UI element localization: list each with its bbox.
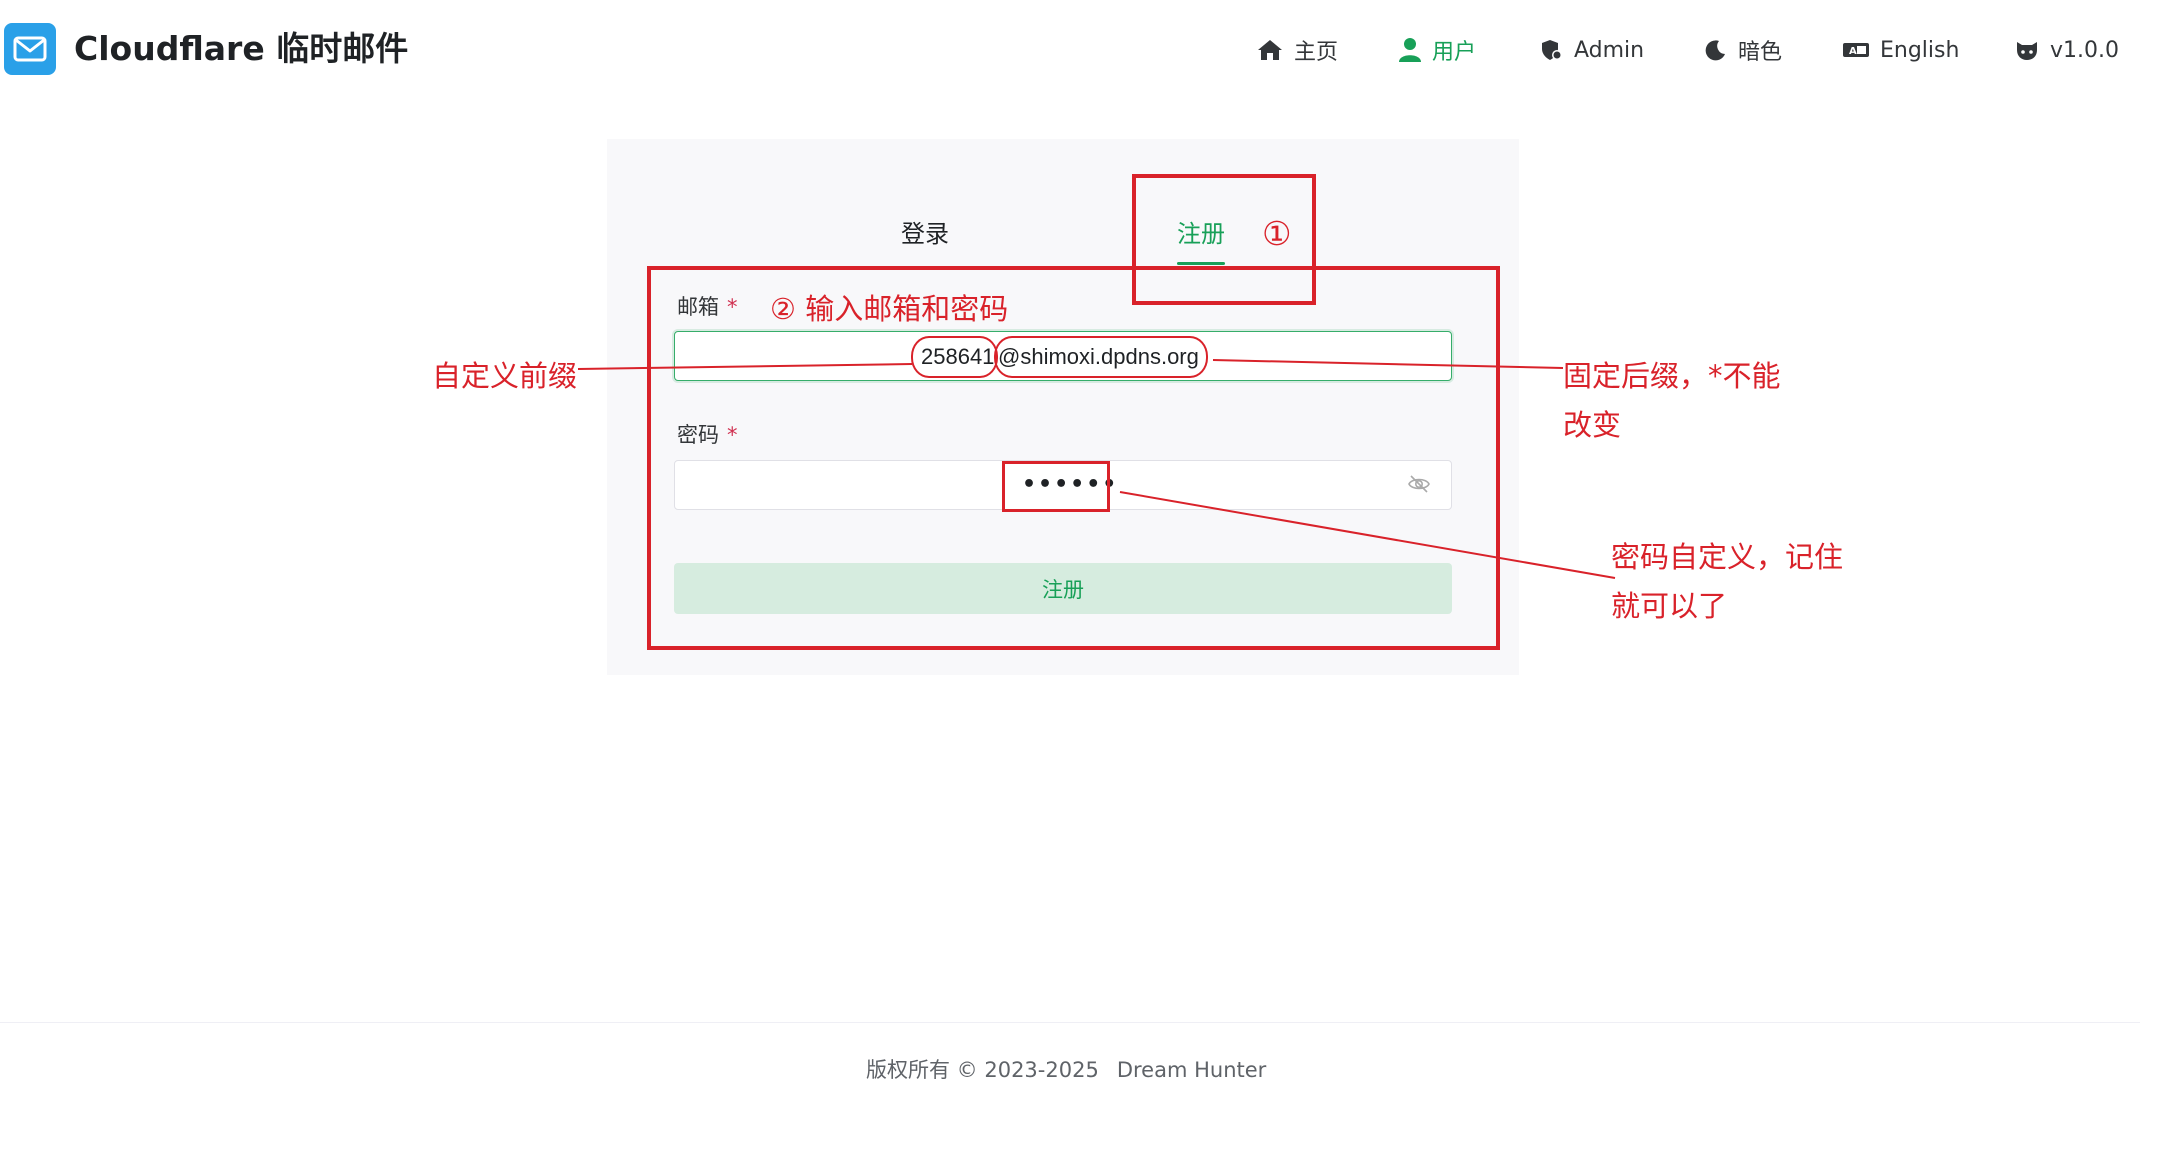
footer-divider xyxy=(0,1022,2140,1023)
nav-home-label: 主页 xyxy=(1294,40,1339,65)
mail-logo-icon[interactable] xyxy=(4,23,56,75)
password-label-text: 密码 xyxy=(677,423,719,447)
annotation-step1: ① xyxy=(1262,214,1292,253)
annotation-fixed-suffix-line1: 固定后缀，*不能 xyxy=(1563,359,1781,393)
email-suffix-value: @shimoxi.dpdns.org xyxy=(998,344,1199,369)
nav-github-version[interactable]: v1.0.0 xyxy=(2014,30,2119,70)
footer-author-link[interactable]: Dream Hunter xyxy=(1117,1058,1266,1082)
footer: 版权所有 © 2023-2025 Dream Hunter xyxy=(866,1054,1266,1084)
nav-admin-label: Admin xyxy=(1574,37,1645,63)
required-mark: * xyxy=(727,423,738,447)
moon-icon xyxy=(1705,40,1725,61)
nav-admin[interactable]: Admin xyxy=(1540,30,1644,70)
tab-active-indicator xyxy=(1177,262,1225,265)
annotation-step2: ② 输入邮箱和密码 xyxy=(770,292,1009,326)
annotation-custom-prefix: 自定义前缀 xyxy=(432,359,578,393)
home-icon xyxy=(1258,40,1282,60)
password-label: 密码 * xyxy=(677,419,738,449)
app-header: Cloudflare 临时邮件 主页 用户 Admin 暗色 A English… xyxy=(0,0,2140,100)
nav-dark-mode-label: 暗色 xyxy=(1738,40,1783,65)
email-field[interactable]: 258641 @shimoxi.dpdns.org xyxy=(674,331,1452,381)
nav-dark-mode[interactable]: 暗色 xyxy=(1704,30,1782,70)
page: Cloudflare 临时邮件 主页 用户 Admin 暗色 A English… xyxy=(0,0,2167,1166)
github-icon xyxy=(2017,42,2037,60)
app-title[interactable]: Cloudflare 临时邮件 xyxy=(74,26,408,72)
tab-login[interactable]: 登录 xyxy=(901,214,949,254)
annotation-password-note-line1: 密码自定义，记住 xyxy=(1611,540,1844,574)
annotation-password-note-line2: 就可以了 xyxy=(1611,589,1728,623)
nav-language[interactable]: A English xyxy=(1842,30,1959,70)
email-label: 邮箱 * xyxy=(677,291,738,321)
email-prefix-value[interactable]: 258641 xyxy=(921,344,994,370)
translate-icon: A xyxy=(1843,43,1869,57)
register-submit-button[interactable]: 注册 xyxy=(674,563,1452,614)
nav-home[interactable]: 主页 xyxy=(1256,30,1338,70)
annotation-fixed-suffix-line2: 改变 xyxy=(1563,408,1622,442)
email-label-text: 邮箱 xyxy=(677,295,719,319)
nav-user[interactable]: 用户 xyxy=(1398,30,1476,70)
user-icon xyxy=(1399,38,1421,62)
password-masked-value[interactable]: •••••• xyxy=(1022,472,1118,498)
envelope-icon xyxy=(13,36,47,62)
tab-register[interactable]: 注册 xyxy=(1177,214,1225,254)
nav-language-label: English xyxy=(1880,37,1960,63)
nav-user-label: 用户 xyxy=(1432,40,1477,65)
required-mark: * xyxy=(727,295,738,319)
eye-off-icon[interactable] xyxy=(1407,472,1431,496)
shield-icon xyxy=(1542,40,1562,60)
nav-version-label: v1.0.0 xyxy=(2050,37,2119,63)
svg-text:A: A xyxy=(1849,46,1857,57)
footer-copyright: 版权所有 © 2023-2025 xyxy=(866,1058,1099,1082)
